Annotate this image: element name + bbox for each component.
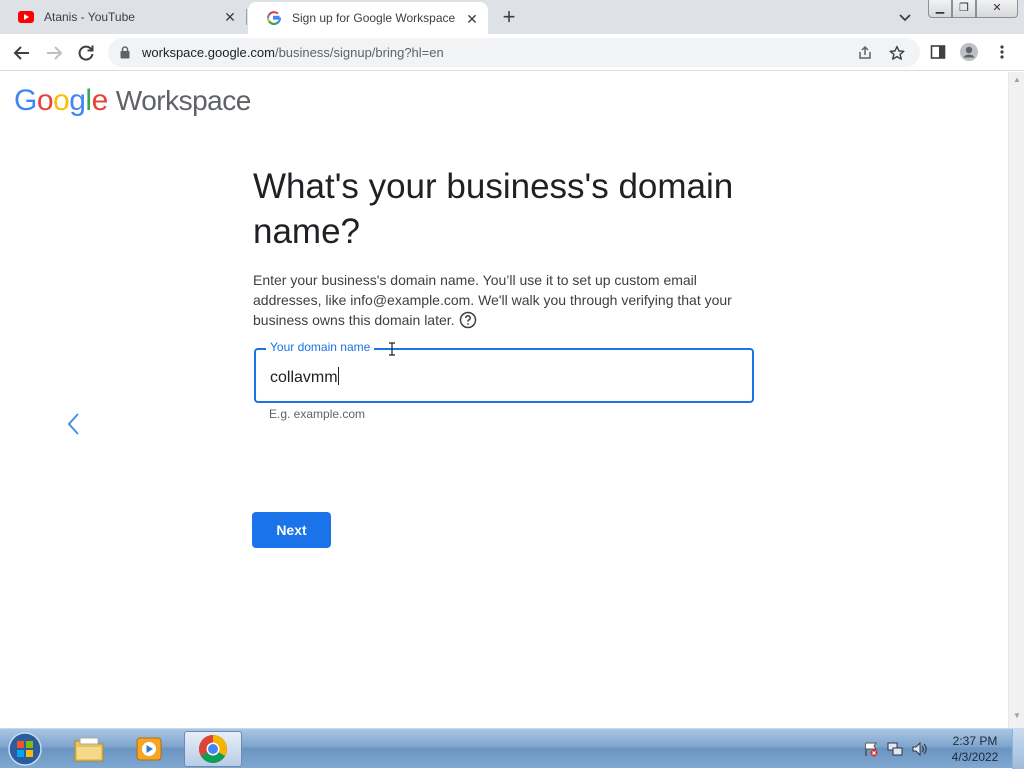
browser-toolbar: workspace.google.com/business/signup/bri…: [0, 34, 1024, 71]
tab-separator: [246, 9, 247, 25]
url-host: workspace.google.com: [142, 45, 275, 60]
tab-google-workspace[interactable]: Sign up for Google Workspace ✕: [248, 2, 488, 34]
reload-icon[interactable]: [74, 41, 98, 65]
network-icon[interactable]: [886, 740, 904, 758]
google-g-icon: [266, 10, 282, 26]
tab-search-chevron-icon[interactable]: [896, 8, 914, 26]
text-caret: [337, 367, 339, 385]
back-chevron-icon[interactable]: [62, 410, 86, 438]
bookmark-star-icon[interactable]: [888, 44, 906, 62]
ibeam-cursor-icon: [388, 342, 396, 356]
more-menu-icon[interactable]: [992, 42, 1012, 62]
volume-icon[interactable]: [910, 740, 928, 758]
side-panel-icon[interactable]: [928, 42, 948, 62]
youtube-icon: [18, 9, 34, 25]
url-path: /business/signup/bring?hl=en: [274, 45, 444, 60]
page-title: What's your business's domain name?: [253, 167, 734, 251]
share-icon[interactable]: [856, 44, 874, 62]
google-workspace-logo: Google Workspace: [14, 84, 252, 117]
scroll-down-icon[interactable]: ▼: [1013, 712, 1021, 720]
clock-date: 4/3/2022: [951, 750, 999, 764]
close-tab-icon[interactable]: ✕: [222, 9, 238, 25]
field-label: Your domain name: [266, 340, 375, 354]
windows-taskbar: 2:37 PM 4/3/2022: [0, 728, 1024, 769]
close-window-icon[interactable]: ✕: [976, 0, 1018, 18]
tab-title: Atanis - YouTube: [44, 10, 135, 24]
close-tab-icon[interactable]: ✕: [464, 11, 480, 27]
system-tray: [862, 737, 942, 761]
address-bar[interactable]: workspace.google.com/business/signup/bri…: [108, 38, 920, 67]
forward-icon[interactable]: [42, 41, 66, 65]
start-button-icon[interactable]: [4, 730, 46, 768]
tab-title: Sign up for Google Workspace: [292, 11, 456, 25]
clock-time: 2:37 PM: [952, 734, 998, 748]
domain-name-input[interactable]: collavmm: [270, 367, 339, 387]
minimize-window-icon[interactable]: ▁: [928, 0, 952, 18]
page-content: Google Workspace What's your business's …: [0, 72, 1008, 728]
taskbar-clock[interactable]: 2:37 PM 4/3/2022: [944, 733, 1006, 765]
tab-strip: Atanis - YouTube ✕ Sign up for Google Wo…: [0, 0, 1024, 34]
chrome-taskbar-icon[interactable]: [184, 731, 242, 767]
page-description: Enter your business's domain name. You’l…: [253, 272, 732, 329]
show-desktop-button[interactable]: [1012, 729, 1024, 769]
field-hint: E.g. example.com: [269, 407, 366, 421]
help-icon[interactable]: [459, 311, 477, 329]
restore-window-icon[interactable]: ❐: [952, 0, 976, 18]
vertical-scrollbar[interactable]: ▲ ▼: [1008, 72, 1024, 728]
next-button[interactable]: Next: [252, 512, 331, 548]
new-tab-plus-icon[interactable]: +: [498, 6, 520, 28]
media-player-icon[interactable]: [120, 731, 178, 767]
profile-avatar-icon[interactable]: [959, 42, 979, 62]
action-center-flag-icon[interactable]: [862, 740, 880, 758]
tab-youtube[interactable]: Atanis - YouTube ✕: [0, 0, 246, 34]
domain-name-field[interactable]: Your domain name collavmm: [254, 340, 754, 403]
file-explorer-icon[interactable]: [60, 731, 118, 767]
back-icon[interactable]: [10, 41, 34, 65]
lock-icon: [120, 46, 132, 60]
logo-product-name: Workspace: [115, 85, 252, 116]
scroll-up-icon[interactable]: ▲: [1013, 76, 1021, 84]
